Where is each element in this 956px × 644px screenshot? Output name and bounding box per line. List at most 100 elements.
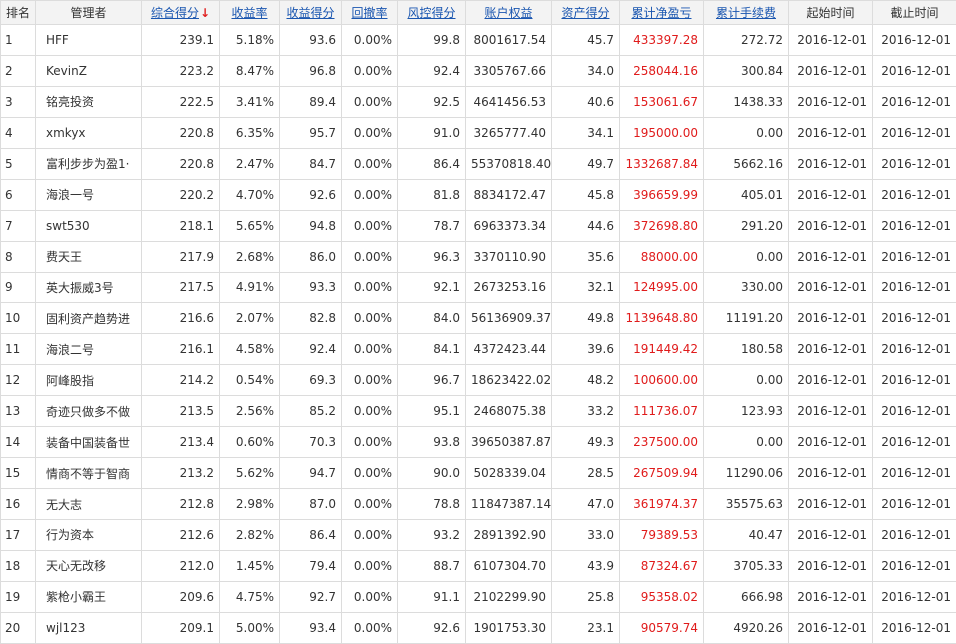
cell-return-rate: 5.18% <box>220 25 280 56</box>
cell-rank: 4 <box>1 117 36 148</box>
cell-return-score: 82.8 <box>280 303 342 334</box>
cell-risk-score: 78.8 <box>398 489 466 520</box>
header-fees-label[interactable]: 累计手续费 <box>716 6 776 20</box>
cell-return-score: 96.8 <box>280 55 342 86</box>
cell-fees: 300.84 <box>704 55 789 86</box>
table-header: 排名 管理者 综合得分↓ 收益率 收益得分 回撤率 风控得分 账户权益 资产得分… <box>1 1 956 25</box>
cell-net-pnl: 191449.42 <box>620 334 704 365</box>
cell-drawdown: 0.00% <box>342 241 398 272</box>
cell-drawdown: 0.00% <box>342 303 398 334</box>
cell-net-pnl: 111736.07 <box>620 396 704 427</box>
cell-start-date: 2016-12-01 <box>789 365 873 396</box>
cell-risk-score: 92.6 <box>398 612 466 643</box>
header-asset-score-label[interactable]: 资产得分 <box>561 6 609 20</box>
table-row: 9英大振威3号217.54.91%93.30.00%92.12673253.16… <box>1 272 956 303</box>
header-risk-score-label[interactable]: 风控得分 <box>407 6 455 20</box>
cell-risk-score: 78.7 <box>398 210 466 241</box>
cell-manager: HFF <box>36 25 142 56</box>
header-asset-score-sort[interactable]: 资产得分 <box>552 1 620 25</box>
cell-manager: 阿峰股指 <box>36 365 142 396</box>
cell-start-date: 2016-12-01 <box>789 241 873 272</box>
cell-score: 220.8 <box>142 117 220 148</box>
cell-end-date: 2016-12-01 <box>873 55 956 86</box>
cell-net-pnl: 153061.67 <box>620 86 704 117</box>
cell-start-date: 2016-12-01 <box>789 520 873 551</box>
cell-score: 218.1 <box>142 210 220 241</box>
header-risk-score-sort[interactable]: 风控得分 <box>398 1 466 25</box>
cell-return-rate: 4.75% <box>220 581 280 612</box>
cell-rank: 12 <box>1 365 36 396</box>
header-return-score-sort[interactable]: 收益得分 <box>280 1 342 25</box>
table-row: 12阿峰股指214.20.54%69.30.00%96.718623422.02… <box>1 365 956 396</box>
cell-return-rate: 5.00% <box>220 612 280 643</box>
header-net-pnl-sort[interactable]: 累计净盈亏 <box>620 1 704 25</box>
cell-manager: 海浪一号 <box>36 179 142 210</box>
header-fees-sort[interactable]: 累计手续费 <box>704 1 789 25</box>
cell-equity: 4372423.44 <box>466 334 552 365</box>
cell-net-pnl: 100600.00 <box>620 365 704 396</box>
cell-net-pnl: 396659.99 <box>620 179 704 210</box>
cell-drawdown: 0.00% <box>342 581 398 612</box>
cell-score: 212.8 <box>142 489 220 520</box>
cell-score: 214.2 <box>142 365 220 396</box>
cell-rank: 7 <box>1 210 36 241</box>
cell-start-date: 2016-12-01 <box>789 334 873 365</box>
cell-risk-score: 91.0 <box>398 117 466 148</box>
header-start-date: 起始时间 <box>789 1 873 25</box>
cell-equity: 3305767.66 <box>466 55 552 86</box>
cell-equity: 39650387.87 <box>466 427 552 458</box>
cell-rank: 14 <box>1 427 36 458</box>
cell-start-date: 2016-12-01 <box>789 581 873 612</box>
cell-return-score: 92.4 <box>280 334 342 365</box>
table-row: 16无大志212.82.98%87.00.00%78.811847387.144… <box>1 489 956 520</box>
cell-drawdown: 0.00% <box>342 458 398 489</box>
header-equity-label[interactable]: 账户权益 <box>484 6 532 20</box>
cell-end-date: 2016-12-01 <box>873 25 956 56</box>
cell-fees: 35575.63 <box>704 489 789 520</box>
cell-net-pnl: 433397.28 <box>620 25 704 56</box>
header-net-pnl-label[interactable]: 累计净盈亏 <box>631 6 691 20</box>
cell-net-pnl: 87324.67 <box>620 550 704 581</box>
cell-start-date: 2016-12-01 <box>789 303 873 334</box>
cell-risk-score: 92.1 <box>398 272 466 303</box>
table-row: 18天心无改移212.01.45%79.40.00%88.76107304.70… <box>1 550 956 581</box>
header-return-rate-sort[interactable]: 收益率 <box>220 1 280 25</box>
table-body: 1HFF239.15.18%93.60.00%99.88001617.5445.… <box>1 25 956 644</box>
cell-equity: 6963373.34 <box>466 210 552 241</box>
cell-manager: 紫枪小霸王 <box>36 581 142 612</box>
cell-manager: swt530 <box>36 210 142 241</box>
table-row: 11海浪二号216.14.58%92.40.00%84.14372423.443… <box>1 334 956 365</box>
cell-end-date: 2016-12-01 <box>873 458 956 489</box>
cell-return-rate: 5.62% <box>220 458 280 489</box>
cell-risk-score: 96.3 <box>398 241 466 272</box>
cell-start-date: 2016-12-01 <box>789 396 873 427</box>
header-drawdown-sort[interactable]: 回撤率 <box>342 1 398 25</box>
header-equity-sort[interactable]: 账户权益 <box>466 1 552 25</box>
cell-asset-score: 45.7 <box>552 25 620 56</box>
cell-return-rate: 3.41% <box>220 86 280 117</box>
cell-equity: 2468075.38 <box>466 396 552 427</box>
header-drawdown-label[interactable]: 回撤率 <box>351 6 387 20</box>
cell-rank: 18 <box>1 550 36 581</box>
header-score-label[interactable]: 综合得分 <box>151 6 199 20</box>
cell-rank: 1 <box>1 25 36 56</box>
header-score-sort[interactable]: 综合得分↓ <box>142 1 220 25</box>
cell-score: 239.1 <box>142 25 220 56</box>
cell-manager: 费天王 <box>36 241 142 272</box>
cell-net-pnl: 361974.37 <box>620 489 704 520</box>
cell-drawdown: 0.00% <box>342 489 398 520</box>
cell-return-score: 69.3 <box>280 365 342 396</box>
cell-score: 212.0 <box>142 550 220 581</box>
table-row: 6海浪一号220.24.70%92.60.00%81.88834172.4745… <box>1 179 956 210</box>
table-row: 8费天王217.92.68%86.00.00%96.33370110.9035.… <box>1 241 956 272</box>
header-return-rate-label[interactable]: 收益率 <box>231 6 267 20</box>
cell-net-pnl: 267509.94 <box>620 458 704 489</box>
cell-end-date: 2016-12-01 <box>873 396 956 427</box>
cell-return-score: 94.8 <box>280 210 342 241</box>
cell-risk-score: 81.8 <box>398 179 466 210</box>
cell-asset-score: 48.2 <box>552 365 620 396</box>
cell-manager: 奇迹只做多不做 <box>36 396 142 427</box>
header-return-score-label[interactable]: 收益得分 <box>286 6 334 20</box>
cell-return-score: 79.4 <box>280 550 342 581</box>
cell-fees: 330.00 <box>704 272 789 303</box>
